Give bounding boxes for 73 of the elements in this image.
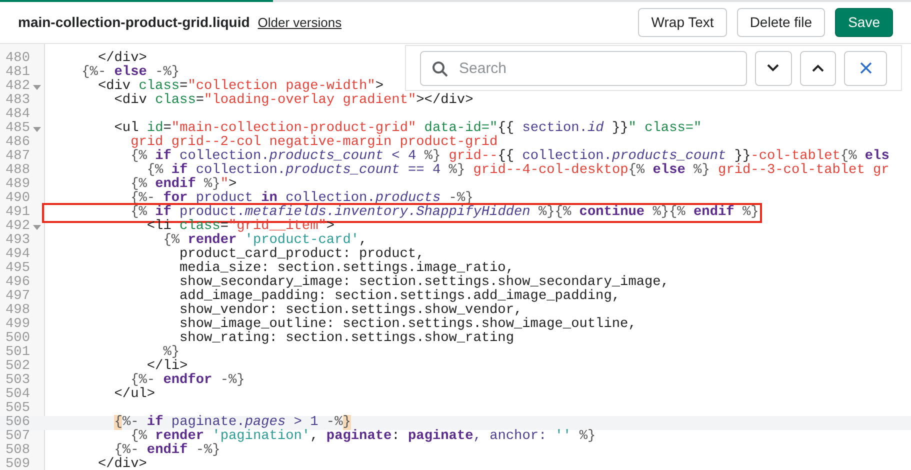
previous-match-button[interactable] xyxy=(800,50,836,86)
search-field[interactable]: Search xyxy=(420,50,747,86)
line-number: 502 xyxy=(6,360,30,374)
code-line: {%- else -%} xyxy=(80,66,180,80)
code-line: </div> xyxy=(96,458,147,470)
line-number: 493 xyxy=(6,234,30,248)
code-line: <div class="loading-overlay gradient"></div> xyxy=(113,94,474,108)
save-button[interactable]: Save xyxy=(835,8,893,37)
code-line: <div class="collection page-width"> xyxy=(96,80,384,94)
line-number: 503 xyxy=(6,374,30,388)
line-number: 499 xyxy=(6,318,30,332)
line-number: 497 xyxy=(6,290,30,304)
line-number: 495 xyxy=(6,262,30,276)
chevron-up-icon xyxy=(812,64,824,72)
line-number: 500 xyxy=(6,332,30,346)
line-number: 481 xyxy=(6,66,30,80)
fold-icon[interactable] xyxy=(33,85,41,90)
line-number: 506 xyxy=(6,416,30,430)
file-name: main-collection-product-grid.liquid xyxy=(18,13,250,32)
line-number: 482 xyxy=(6,80,30,94)
code-line: </li> xyxy=(146,360,188,374)
code-line: product_card_product: product, xyxy=(178,248,424,262)
line-number: 494 xyxy=(6,248,30,262)
code-line: show_vendor: section.settings.show_vendor, xyxy=(178,304,522,318)
code-line: </ul> xyxy=(113,388,156,402)
code-line: show_image_outline: section.settings.show_image_outline, xyxy=(178,318,636,332)
code-line: {%- if paginate.pages > 1 -%} xyxy=(113,416,351,430)
code-line: {% render 'pagination', paginate: paginate, anchor: '' %} xyxy=(130,430,596,444)
line-number: 491 xyxy=(6,206,30,220)
line-number: 485 xyxy=(6,122,30,136)
line-number: 501 xyxy=(6,346,30,360)
code-line: {% if product.metafields.inventory.ShappifyHidden %}{% continue %}{% endif %} xyxy=(45,206,759,220)
code-line: {%- endif -%} xyxy=(114,444,220,458)
line-number: 489 xyxy=(6,178,30,192)
code-line: {% if collection.products_count < 4 %} grid--{{ collection.products_count }}-col-tablet{% els xyxy=(130,150,890,164)
code-line: show_rating: section.settings.show_rating xyxy=(178,332,514,346)
line-number: 484 xyxy=(6,108,30,122)
close-icon xyxy=(860,62,872,74)
line-number: 496 xyxy=(6,276,30,290)
line-number: 480 xyxy=(6,52,30,66)
older-versions-link[interactable]: Older versions xyxy=(258,12,342,32)
line-number: 509 xyxy=(6,458,30,470)
toolbar-button[interactable]: Wrap Text xyxy=(638,8,727,37)
code-line: %} xyxy=(163,346,180,360)
code-line: grid grid--2-col negative-margin product-grid xyxy=(130,136,498,150)
close-button[interactable] xyxy=(844,50,887,86)
line-number: 490 xyxy=(6,192,30,206)
code-line: <ul id="main-collection-product-grid" data-id="{{ section.id }}" class=" xyxy=(113,122,702,136)
code-line: {% render 'product-card', xyxy=(162,234,368,248)
line-number: 483 xyxy=(6,94,30,108)
line-number: 486 xyxy=(6,136,30,150)
toolbar-button[interactable]: Delete file xyxy=(736,8,826,37)
line-number: 498 xyxy=(6,304,30,318)
code-line: add_image_padding: section.settings.add_image_padding, xyxy=(178,290,620,304)
fold-icon[interactable] xyxy=(33,225,41,230)
code-line: <li class="grid__item"> xyxy=(146,220,335,234)
search-icon xyxy=(432,60,448,76)
code-line: </div> xyxy=(98,52,147,66)
line-number: 508 xyxy=(6,444,30,458)
code-line: show_secondary_image: section.settings.show_secondary_image, xyxy=(178,276,669,290)
line-number: 505 xyxy=(6,402,30,416)
line-number: 487 xyxy=(6,150,30,164)
next-match-button[interactable] xyxy=(755,50,792,86)
line-number: 492 xyxy=(6,220,30,234)
code-line: {% endif %}"> xyxy=(130,178,237,192)
line-number: 488 xyxy=(6,164,30,178)
chevron-down-icon xyxy=(767,64,780,72)
code-line: {% if collection.products_count == 4 %} grid--4-col-desktop{% else %} grid--3-col-tablet gr xyxy=(146,164,890,178)
fold-icon[interactable] xyxy=(33,127,41,132)
line-number: 504 xyxy=(6,388,30,402)
line-number: 507 xyxy=(6,430,30,444)
code-line: media_size: section.settings.image_ratio, xyxy=(178,262,514,276)
code-line: {%- endfor -%} xyxy=(130,374,245,388)
